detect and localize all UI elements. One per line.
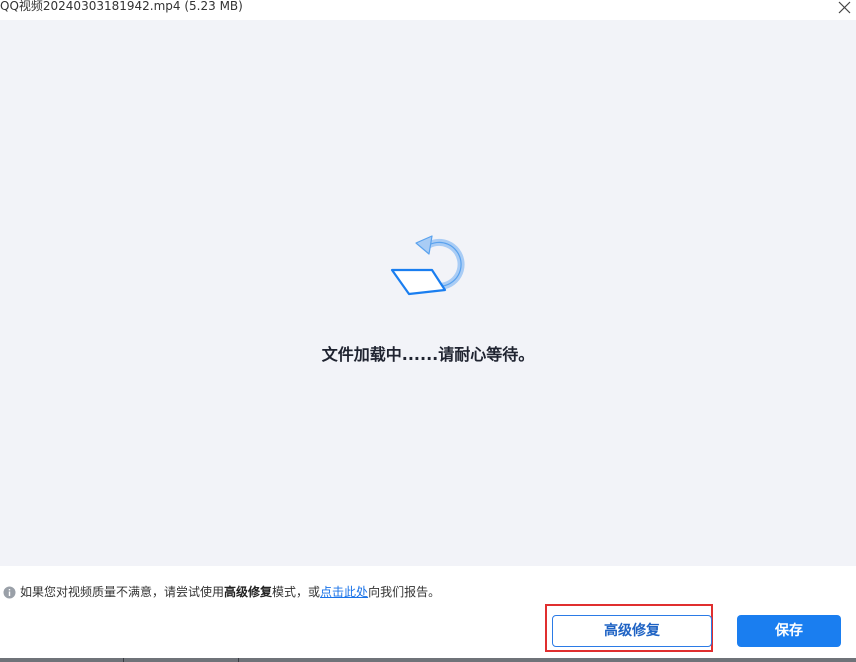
bottom-divider: [123, 658, 124, 662]
info-message: 如果您对视频质量不满意，请尝试使用高级修复模式，或点击此处向我们报告。: [20, 585, 440, 599]
info-text-before: 如果您对视频质量不满意，请尝试使用: [20, 585, 225, 599]
info-bar: 如果您对视频质量不满意，请尝试使用高级修复模式，或点击此处向我们报告。: [0, 584, 856, 602]
bottom-strip: [0, 658, 856, 662]
info-icon: [3, 586, 16, 599]
bottom-divider: [238, 658, 239, 662]
info-text-after: 向我们报告。: [368, 585, 441, 599]
advanced-repair-button[interactable]: 高级修复: [552, 615, 712, 647]
info-text-middle: 模式，或: [272, 585, 321, 599]
loading-message: 文件加载中......请耐心等待。: [321, 345, 535, 364]
close-icon: [838, 1, 851, 14]
title-bar: QQ视频20240303181942.mp4 (5.23 MB): [0, 0, 856, 20]
info-advanced-mode-label: 高级修复: [224, 585, 273, 599]
rotate-refresh-icon: [390, 235, 465, 296]
report-link[interactable]: 点击此处: [320, 585, 368, 599]
window-title: QQ视频20240303181942.mp4 (5.23 MB): [0, 0, 243, 13]
save-button[interactable]: 保存: [737, 615, 841, 647]
repair-preview-window: QQ视频20240303181942.mp4 (5.23 MB) 文件加载中..…: [0, 0, 856, 662]
close-button[interactable]: [836, 0, 852, 14]
video-preview-area: 文件加载中......请耐心等待。: [0, 20, 856, 566]
